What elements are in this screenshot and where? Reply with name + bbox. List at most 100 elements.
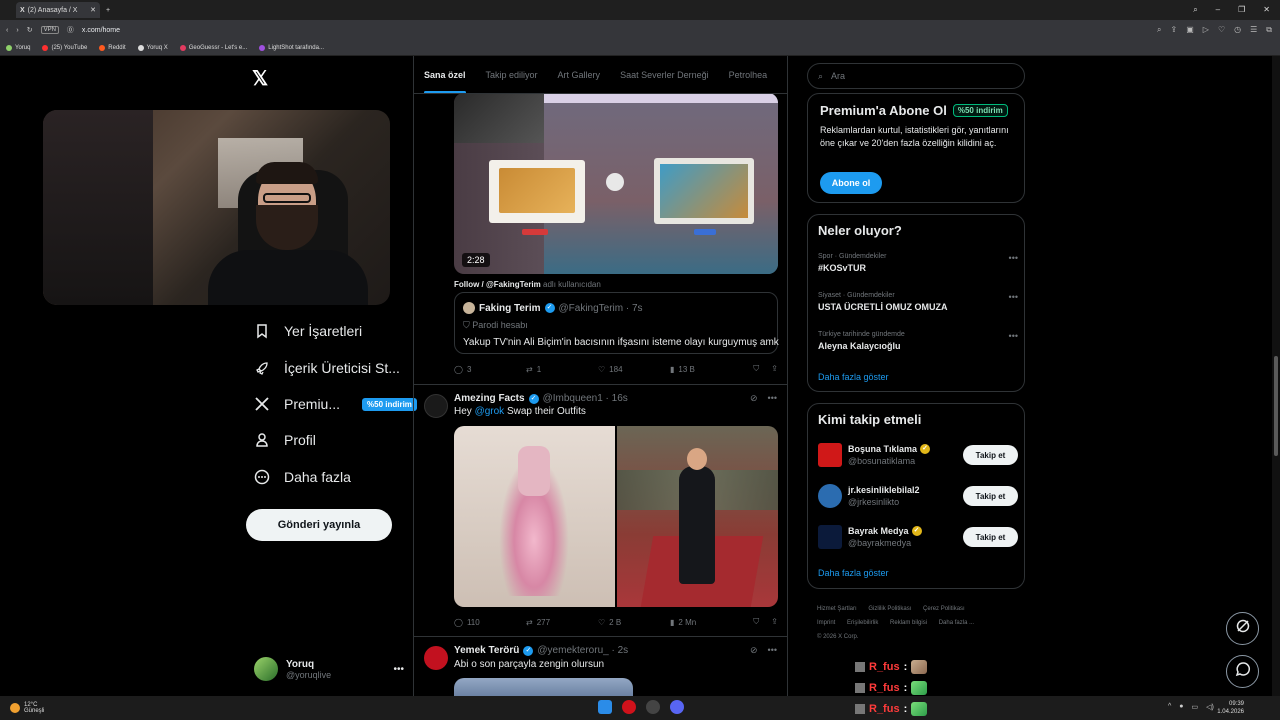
repost-button[interactable]: ⇄ 277 xyxy=(526,618,598,627)
zoom-icon[interactable]: ⌕ xyxy=(1157,25,1161,35)
like-button[interactable]: ♡ 184 xyxy=(598,365,670,374)
author-handle[interactable]: @yemekteroru_ · 2s xyxy=(537,645,628,656)
footer-link[interactable]: Daha fazla ... xyxy=(939,620,974,626)
trend-item[interactable]: Türkiye tarihinde gündemde Aleyna Kalayc… xyxy=(818,331,1018,351)
screenshot-icon[interactable]: ▣ xyxy=(1186,25,1194,35)
follow-suggestion[interactable]: Bayrak Medya ✓ @bayrakmedya Takip et xyxy=(818,524,1018,550)
bookmark-icon[interactable]: ⛉ xyxy=(753,364,759,374)
author-name[interactable]: Amezing Facts xyxy=(454,393,525,404)
share-icon[interactable]: ⇪ xyxy=(771,364,778,374)
x-logo-icon[interactable]: 𝕏 xyxy=(252,66,268,91)
nav-more[interactable]: Daha fazla xyxy=(254,469,351,485)
more-dots-icon[interactable]: ••• xyxy=(1009,292,1018,302)
reply-button[interactable]: ◯ 3 xyxy=(454,365,526,374)
close-tab-icon[interactable]: ✕ xyxy=(90,6,96,14)
windows-start-icon[interactable] xyxy=(598,700,612,714)
nav-creator-studio[interactable]: İçerik Üreticisi St... xyxy=(254,360,400,376)
opera-icon[interactable] xyxy=(622,700,636,714)
maximize-icon[interactable]: ❐ xyxy=(1238,5,1245,15)
post-image[interactable] xyxy=(454,426,615,607)
show-more-link[interactable]: Daha fazla göster xyxy=(818,372,889,382)
search-input[interactable]: ⌕ Ara xyxy=(807,63,1025,89)
volume-icon[interactable]: ◁) xyxy=(1206,703,1214,711)
more-dots-icon[interactable]: ••• xyxy=(768,645,777,656)
tab-art-gallery[interactable]: Art Gallery xyxy=(558,56,601,93)
footer-link[interactable]: Gizlilik Politikası xyxy=(868,606,911,612)
trend-item[interactable]: Siyaset · Gündemdekiler USTA ÜCRETLİ OMU… xyxy=(818,292,1018,312)
post-image[interactable] xyxy=(454,678,633,696)
bookmark-item[interactable]: Yoruq X xyxy=(137,44,168,51)
play-icon[interactable]: ▷ xyxy=(1203,25,1209,35)
show-more-link[interactable]: Daha fazla göster xyxy=(818,568,889,578)
follow-suggestion[interactable]: jr.kesinliklebilal2 @jrkesinlikto Takip … xyxy=(818,483,1018,509)
history-icon[interactable]: ◷ xyxy=(1234,25,1241,35)
author-handle[interactable]: @Imbqueen1 · 16s xyxy=(543,393,628,404)
footer-link[interactable]: Çerez Politikası xyxy=(923,606,965,612)
mention-link[interactable]: @grok xyxy=(475,406,505,417)
bookmark-item[interactable]: (25) YouTube xyxy=(42,44,87,51)
reply-button[interactable]: ◯ 110 xyxy=(454,618,526,627)
nav-bookmarks[interactable]: Yer İşaretleri xyxy=(254,323,362,339)
discord-icon[interactable] xyxy=(670,700,684,714)
mic-icon[interactable]: ● xyxy=(1179,703,1183,711)
site-info-icon[interactable]: ⓪ xyxy=(67,25,74,35)
nav-premium[interactable]: Premiu... %50 indirim xyxy=(254,396,417,412)
grok-icon[interactable]: ⊘ xyxy=(750,393,758,404)
follow-button[interactable]: Takip et xyxy=(963,445,1018,465)
subscribe-button[interactable]: Abone ol xyxy=(820,172,882,194)
search-tabs-icon[interactable]: ⌕ xyxy=(1193,5,1197,15)
trend-item[interactable]: Spor · Gündemdekiler #KOSvTUR ••• xyxy=(818,253,1018,273)
post-avatar[interactable] xyxy=(424,394,448,418)
tab-petrolhead[interactable]: Petrolhea xyxy=(729,56,768,93)
more-dots-icon[interactable]: ••• xyxy=(768,393,777,404)
bookmark-item[interactable]: LightShot tarafında... xyxy=(259,44,324,51)
follow-button[interactable]: Takip et xyxy=(963,527,1018,547)
footer-link[interactable]: Hizmet Şartları xyxy=(817,606,857,612)
post-button[interactable]: Gönderi yayınla xyxy=(246,509,392,541)
share-icon[interactable]: ⇪ xyxy=(1171,25,1178,35)
steam-icon[interactable] xyxy=(646,700,660,714)
follow-button[interactable]: Takip et xyxy=(963,486,1018,506)
views-button[interactable]: ▮ 13 B xyxy=(670,365,742,374)
follow-suggestion[interactable]: Boşuna Tıklama ✓ @bosunatiklama Takip et xyxy=(818,442,1018,468)
grok-icon[interactable]: ⊘ xyxy=(750,645,758,656)
account-switcher[interactable]: Yoruq @yoruqlive ••• xyxy=(254,654,404,684)
forward-icon[interactable]: › xyxy=(16,27,18,34)
nav-profile[interactable]: Profil xyxy=(254,432,316,448)
post-image[interactable] xyxy=(617,426,778,607)
footer-link[interactable]: Erişilebilirlik xyxy=(847,620,878,626)
new-tab-icon[interactable]: + xyxy=(106,7,110,14)
grok-button[interactable] xyxy=(1226,612,1259,645)
browser-tab[interactable]: X (2) Anasayfa / X ✕ xyxy=(16,2,100,18)
bookmark-item[interactable]: Yoruq xyxy=(6,44,30,51)
scrollbar[interactable] xyxy=(1272,56,1280,696)
tab-following[interactable]: Takip ediliyor xyxy=(486,56,538,93)
close-window-icon[interactable]: ✕ xyxy=(1263,5,1270,15)
tab-for-you[interactable]: Sana özel xyxy=(424,56,466,93)
scrollbar-thumb[interactable] xyxy=(1274,356,1278,456)
vpn-badge[interactable]: VPN xyxy=(40,26,59,34)
more-dots-icon[interactable]: ••• xyxy=(393,664,404,675)
weather-widget[interactable]: 12°C Güneşli xyxy=(0,702,44,714)
bookmark-icon[interactable]: ⛉ xyxy=(753,617,759,627)
footer-link[interactable]: Imprint xyxy=(817,620,835,626)
clock[interactable]: 09:39 1.04.2026 xyxy=(1217,700,1280,716)
messages-button[interactable] xyxy=(1226,655,1259,688)
follow-attribution[interactable]: Follow / @FakingTerim adlı kullanıcıdan xyxy=(454,280,601,289)
quoted-post[interactable]: Faking Terim ✓ @FakingTerim · 7s ⛉ Parod… xyxy=(454,292,779,354)
like-button[interactable]: ♡ 2 B xyxy=(598,618,670,627)
url-input[interactable]: x.com/home xyxy=(82,27,120,34)
repost-button[interactable]: ⇄ 1 xyxy=(526,365,598,374)
bookmark-item[interactable]: Reddit xyxy=(99,44,126,51)
minimize-icon[interactable]: – xyxy=(1216,5,1220,15)
chevron-up-icon[interactable]: ^ xyxy=(1168,703,1171,711)
more-dots-icon[interactable]: ••• xyxy=(1009,253,1018,263)
menu-icon[interactable]: ☰ xyxy=(1250,25,1257,35)
views-button[interactable]: ▮ 2 Mn xyxy=(670,618,742,627)
more-dots-icon[interactable]: ••• xyxy=(1009,331,1018,341)
video-player[interactable]: 2:28 xyxy=(454,93,778,274)
heart-icon[interactable]: ♡ xyxy=(1218,25,1225,35)
footer-link[interactable]: Reklam bilgisi xyxy=(890,620,927,626)
bookmark-item[interactable]: GeoGuessr - Let's e... xyxy=(179,44,247,51)
extensions-icon[interactable]: ⧉ xyxy=(1266,25,1272,35)
